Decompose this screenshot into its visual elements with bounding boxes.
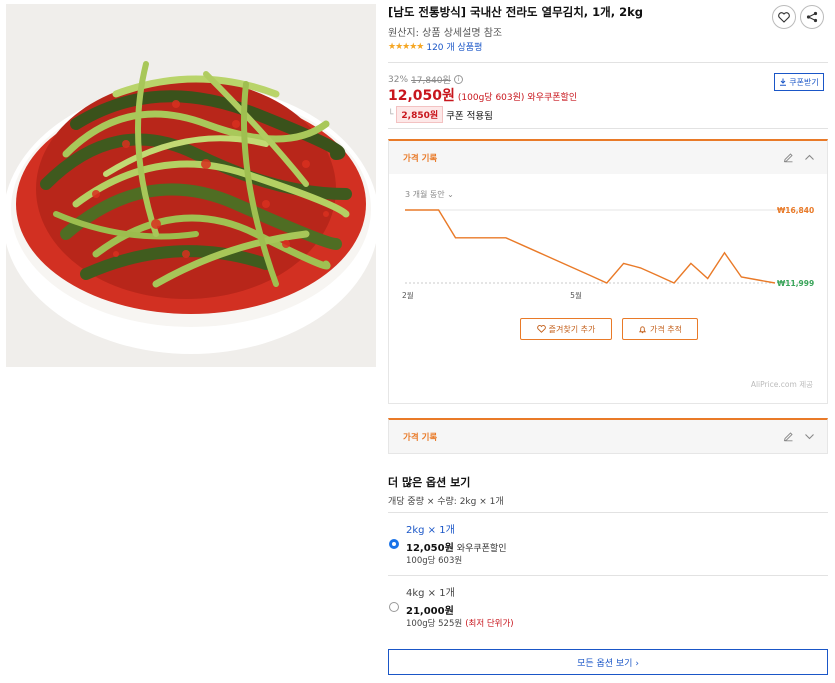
price-history-chart: ₩16,840 ₩11,999 2월 5월 bbox=[402, 206, 814, 300]
share-button[interactable] bbox=[800, 5, 824, 29]
divider bbox=[388, 62, 828, 63]
coupon-amount-badge: 2,850원 bbox=[396, 106, 444, 123]
add-favorite-label: 즐겨찾기 추가 bbox=[548, 324, 596, 334]
option-price-value: 12,050원 bbox=[406, 543, 454, 554]
x-tick-label: 2월 bbox=[402, 290, 414, 300]
wishlist-button[interactable] bbox=[772, 5, 796, 29]
origin-info: 원산지: 상품 상세설명 참조 bbox=[388, 28, 503, 39]
price-history-collapsed-header[interactable]: 가격 기록 bbox=[389, 420, 827, 453]
corner-mark: └ bbox=[388, 109, 394, 120]
lowest-unit-badge: (최저 단위가) bbox=[465, 619, 514, 629]
coupon-applied-text: 쿠폰 적용됨 bbox=[446, 110, 493, 122]
rating-row[interactable]: ★★★★★ 120 개 상품평 bbox=[388, 40, 482, 54]
kimchi-illustration bbox=[6, 4, 376, 367]
track-price-label: 가격 추적 bbox=[650, 324, 682, 334]
chevron-down-icon[interactable] bbox=[804, 431, 815, 442]
download-icon bbox=[780, 78, 787, 86]
share-icon bbox=[806, 11, 818, 23]
sale-price: 12,050원 bbox=[388, 88, 455, 104]
coupon-row: └ 2,850원 쿠폰 적용됨 bbox=[388, 106, 493, 123]
min-price-label: ₩11,999 bbox=[777, 279, 814, 288]
option-price-value: 21,000원 bbox=[406, 606, 454, 617]
product-image[interactable] bbox=[6, 4, 376, 367]
option-item[interactable]: 4kg × 1개 21,000원 100g당 525원 (최저 단위가) bbox=[388, 583, 828, 638]
unit-price: (100g당 603원) bbox=[457, 93, 525, 103]
discount-percent: 32% bbox=[388, 74, 409, 85]
divider bbox=[388, 128, 828, 129]
price-series-line bbox=[405, 209, 776, 284]
get-coupon-label: 쿠폰받기 bbox=[789, 77, 819, 87]
price-history-panel-collapsed: 가격 기록 bbox=[388, 418, 828, 454]
more-options-heading: 더 많은 옵션 보기 bbox=[388, 476, 471, 489]
option-name: 4kg × 1개 bbox=[406, 588, 455, 599]
option-price: 12,050원 와우쿠폰할인 bbox=[406, 539, 506, 554]
get-coupon-button[interactable]: 쿠폰받기 bbox=[774, 73, 824, 91]
star-rating: ★★★★★ bbox=[388, 41, 424, 52]
price-history-title: 가격 기록 bbox=[403, 153, 438, 164]
coupon-label: 와우쿠폰할인 bbox=[527, 93, 578, 103]
option-name: 2kg × 1개 bbox=[406, 525, 455, 536]
panel-header-icons bbox=[783, 152, 815, 163]
option-unit-price: 100g당 525원 (최저 단위가) bbox=[406, 617, 514, 629]
edit-icon[interactable] bbox=[783, 152, 794, 163]
current-selection: 개당 중량 × 수량: 2kg × 1개 bbox=[388, 497, 504, 507]
heart-icon bbox=[778, 11, 790, 23]
option-radio-selected[interactable] bbox=[389, 539, 399, 549]
option-item[interactable]: 2kg × 1개 12,050원 와우쿠폰할인 100g당 603원 bbox=[388, 520, 828, 575]
option-unit-price: 100g당 603원 bbox=[406, 556, 463, 566]
divider bbox=[388, 575, 828, 576]
panel-header-icons bbox=[783, 431, 815, 442]
price-history-panel: 가격 기록 3 개월 동안 ⌄ ₩16,840 ₩11,999 2월 5월 즐겨… bbox=[388, 139, 828, 404]
option-price: 21,000원 bbox=[406, 602, 454, 617]
add-favorite-button[interactable]: 즐겨찾기 추가 bbox=[520, 318, 612, 340]
price-history-actions: 즐겨찾기 추가 가격 추적 bbox=[520, 318, 698, 340]
chevron-up-icon[interactable] bbox=[804, 152, 815, 163]
heart-icon bbox=[536, 325, 546, 333]
edit-icon[interactable] bbox=[783, 431, 794, 442]
product-page: [남도 전통방식] 국내산 전라도 열무김치, 1개, 2kg 원산지: 상품 … bbox=[0, 0, 835, 683]
price-row: 12,050원 (100g당 603원) 와우쿠폰할인 bbox=[388, 85, 577, 105]
option-price-note: 와우쿠폰할인 bbox=[456, 544, 507, 554]
aliprice-credit[interactable]: AliPrice.com 제공 bbox=[751, 379, 813, 390]
track-price-button[interactable]: 가격 추적 bbox=[622, 318, 698, 340]
price-history-header[interactable]: 가격 기록 bbox=[389, 141, 827, 174]
max-price-label: ₩16,840 bbox=[777, 206, 814, 215]
option-unit-value: 100g당 525원 bbox=[406, 619, 463, 629]
info-icon[interactable]: i bbox=[453, 75, 463, 84]
bell-icon bbox=[638, 325, 647, 333]
price-history-collapsed-title: 가격 기록 bbox=[403, 432, 438, 443]
product-title: [남도 전통방식] 국내산 전라도 열무김치, 1개, 2kg bbox=[388, 5, 644, 19]
review-count[interactable]: 120 개 상품평 bbox=[426, 40, 482, 53]
option-radio[interactable] bbox=[389, 602, 399, 612]
divider bbox=[388, 512, 828, 513]
x-tick-label: 5월 bbox=[570, 290, 582, 300]
view-all-options-button[interactable]: 모든 옵션 보기 › bbox=[388, 649, 828, 675]
